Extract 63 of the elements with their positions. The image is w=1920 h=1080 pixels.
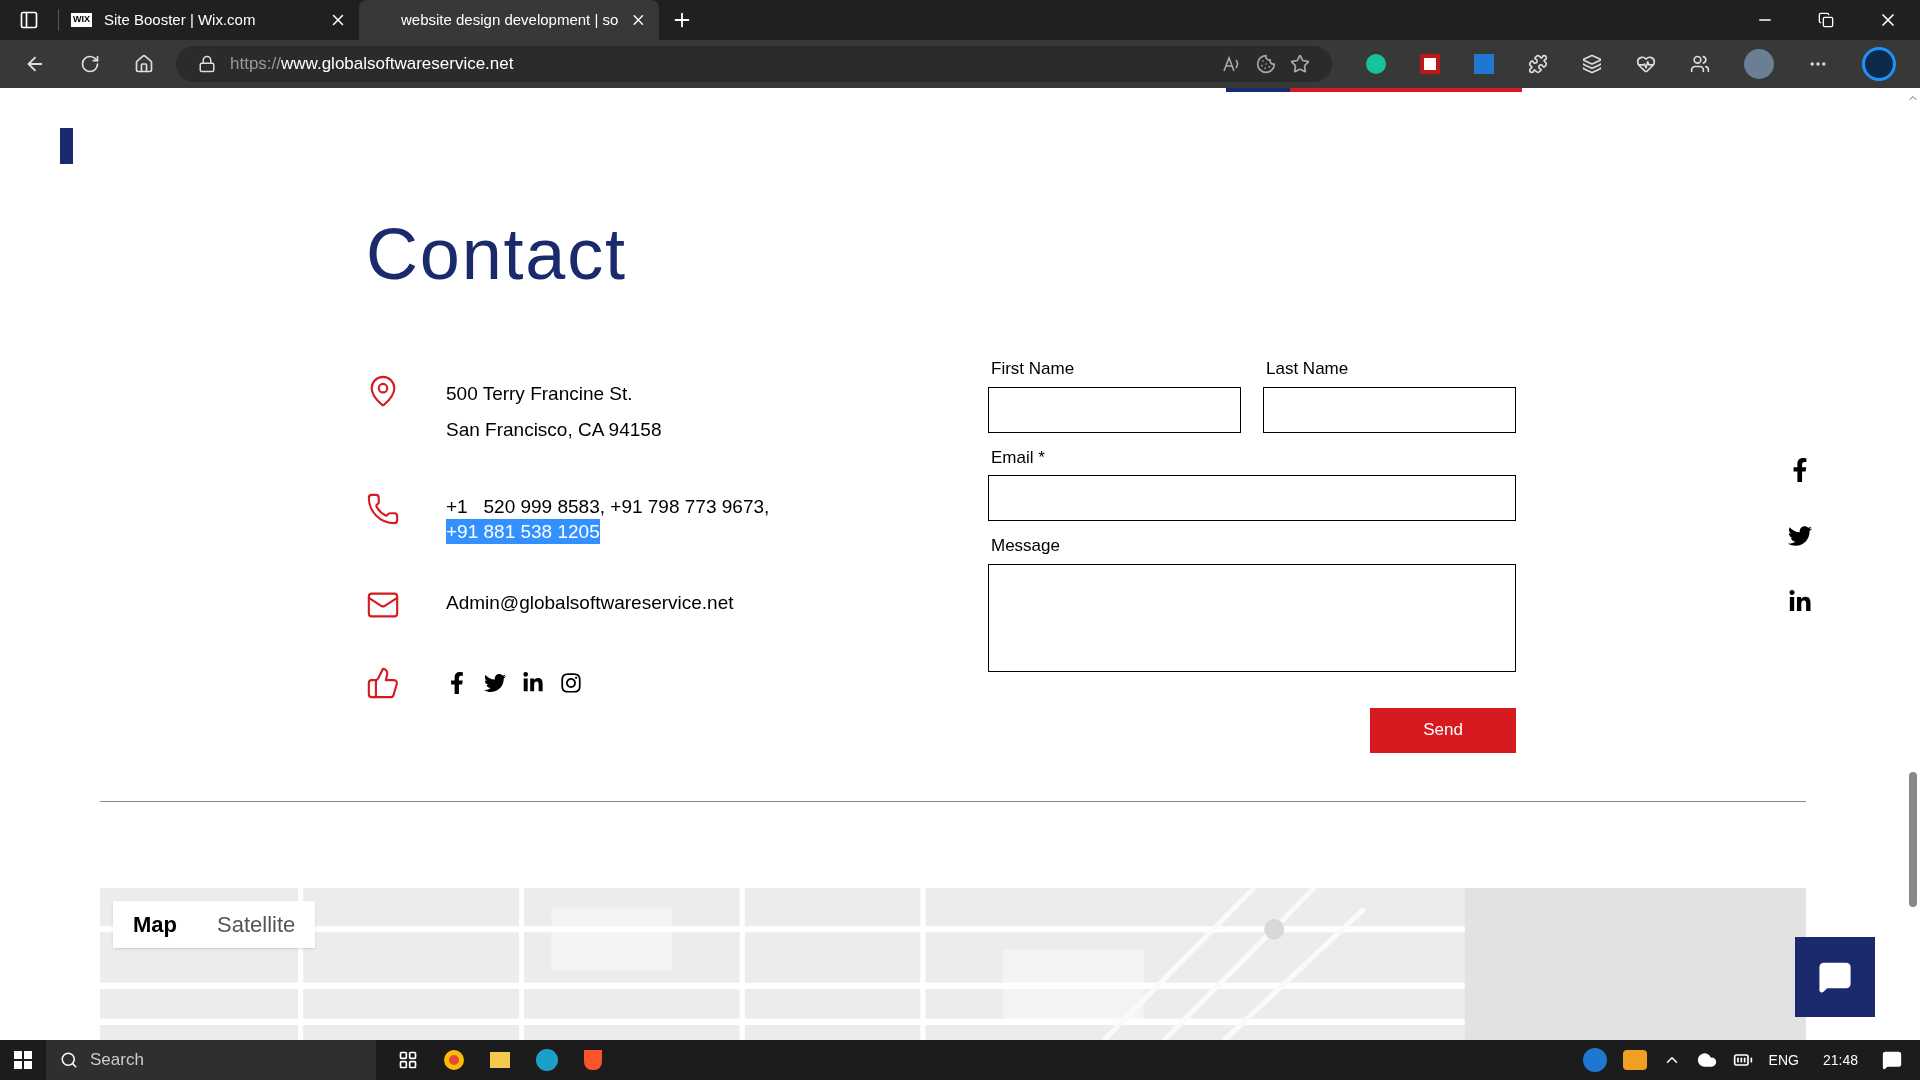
field-label: First Name — [991, 358, 1076, 380]
contact-text: San Francisco, CA 94158 — [446, 418, 662, 442]
instagram-icon[interactable] — [560, 672, 582, 694]
tab-title: Site Booster | Wix.com — [104, 9, 257, 30]
language-indicator[interactable]: ENG — [1768, 1049, 1799, 1071]
field-label: Message — [991, 535, 1061, 557]
assistant-icon[interactable] — [1862, 47, 1896, 81]
people-icon[interactable] — [1690, 54, 1710, 74]
search-placeholder: Search — [90, 1049, 144, 1072]
input-field[interactable] — [988, 475, 1516, 521]
thumbs-up-icon — [366, 666, 400, 700]
shield-extension-icon[interactable] — [1420, 54, 1440, 74]
shield-icon[interactable] — [584, 1050, 602, 1070]
grammar-extension-icon[interactable] — [1366, 54, 1386, 74]
phone-icon — [366, 492, 400, 526]
map-type-button[interactable]: Satellite — [197, 900, 316, 948]
chat-button[interactable] — [1795, 937, 1875, 1017]
selected-phone-text: +91 881 538 1205 — [446, 519, 600, 544]
send-button[interactable]: Send — [1370, 707, 1516, 753]
health-icon[interactable] — [1636, 54, 1656, 74]
linkedin-icon[interactable] — [522, 672, 544, 694]
url-text: https://www.globalsoftwareservice.net — [230, 53, 514, 76]
address-bar[interactable]: https://www.globalsoftwareservice.net — [176, 46, 1332, 82]
tab-actions-icon[interactable] — [19, 10, 39, 30]
cookie-icon[interactable] — [1256, 54, 1276, 74]
chrome-icon[interactable] — [444, 1050, 464, 1070]
scroll-thumb[interactable] — [1909, 772, 1917, 907]
tab-favicon: WIX — [71, 13, 92, 27]
help-icon[interactable] — [1582, 1048, 1607, 1072]
browser-tab[interactable]: WIX Site Booster | Wix.com — [59, 0, 359, 40]
message-field[interactable] — [988, 563, 1516, 672]
tab-title: website design development | so — [400, 9, 619, 30]
chat-icon — [1818, 960, 1852, 994]
notifications-icon[interactable] — [1882, 1050, 1902, 1070]
clock[interactable]: 21:48 — [1822, 1049, 1858, 1071]
contact-text: +1 520 999 8583, +91 798 773 9673, — [446, 495, 770, 519]
input-field[interactable] — [1263, 386, 1516, 433]
profile-avatar[interactable] — [1744, 49, 1774, 79]
edge-icon[interactable] — [536, 1049, 558, 1071]
field-label: Last Name — [1266, 358, 1350, 380]
input-field[interactable] — [988, 386, 1241, 433]
search-icon — [60, 1051, 78, 1069]
lock-icon — [198, 55, 216, 73]
cloud-icon[interactable] — [1696, 1050, 1717, 1070]
twitter-icon[interactable] — [1788, 524, 1812, 548]
app-tray-icon[interactable] — [1622, 1050, 1647, 1070]
map-type-button[interactable]: Map — [113, 900, 197, 948]
task-view-icon[interactable] — [398, 1050, 418, 1070]
home-icon[interactable] — [134, 54, 154, 74]
accent-bar — [60, 128, 73, 164]
browser-tab[interactable]: website design development | so — [359, 0, 659, 40]
collections-icon[interactable] — [1582, 54, 1602, 74]
twitter-icon[interactable] — [484, 672, 506, 694]
taskbar-search[interactable]: Search — [46, 1040, 376, 1080]
linkedin-icon[interactable] — [1788, 590, 1812, 614]
restore-icon[interactable] — [1818, 12, 1834, 28]
email-link[interactable]: Admin@globalsoftwareservice.net — [446, 590, 734, 615]
contact-text: 500 Terry Francine St. — [446, 382, 634, 406]
favorite-icon[interactable] — [1290, 54, 1310, 74]
page-heading: Contact — [366, 214, 627, 294]
field-label: Email * — [991, 446, 1046, 469]
extensions-icon[interactable] — [1528, 54, 1548, 74]
refresh-icon[interactable] — [80, 54, 100, 74]
